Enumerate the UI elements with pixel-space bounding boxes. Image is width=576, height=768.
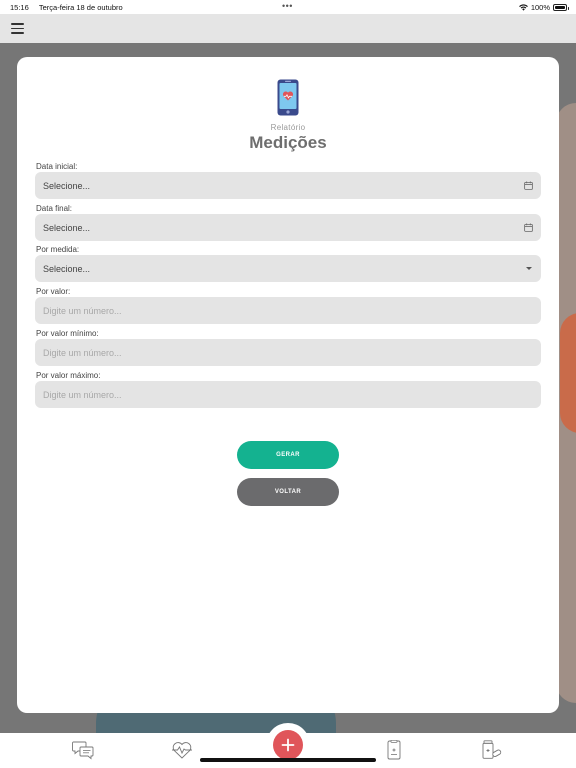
data-final-label: Data final: — [36, 204, 73, 213]
chat-bubbles-icon[interactable] — [72, 740, 94, 760]
por-valor-minimo-placeholder: Digite um número... — [43, 348, 122, 358]
status-right: 100% — [518, 3, 569, 12]
por-valor-placeholder: Digite um número... — [43, 306, 122, 316]
por-medida-value: Selecione... — [43, 264, 91, 274]
por-medida-label: Por medida: — [36, 245, 80, 254]
battery-icon — [553, 4, 569, 11]
page-title: Medições — [249, 133, 327, 152]
status-bar: 15:16 Terça-feira 18 de outubro ••• 100% — [0, 0, 576, 14]
calendar-icon — [524, 223, 533, 232]
por-medida-select[interactable]: Selecione... — [35, 255, 541, 282]
status-time: 15:16 — [10, 3, 29, 12]
hamburger-menu-icon[interactable] — [11, 23, 24, 34]
por-valor-input[interactable]: Digite um número... — [35, 297, 541, 324]
wifi-icon — [518, 4, 528, 11]
status-left: 15:16 Terça-feira 18 de outubro — [10, 3, 123, 12]
data-final-picker[interactable]: Selecione... — [35, 214, 541, 241]
por-valor-maximo-label: Por valor máximo: — [36, 371, 101, 380]
por-valor-label: Por valor: — [36, 287, 71, 296]
voltar-button[interactable]: VOLTAR — [237, 478, 339, 506]
chevron-down-icon — [526, 267, 532, 270]
data-inicial-picker[interactable]: Selecione... — [35, 172, 541, 199]
data-inicial-label: Data inicial: — [36, 162, 78, 171]
plus-icon — [281, 738, 295, 752]
status-date: Terça-feira 18 de outubro — [38, 3, 123, 12]
add-button[interactable] — [273, 730, 303, 760]
multitask-dots[interactable]: ••• — [282, 1, 293, 11]
phone-heart-icon — [277, 79, 299, 116]
por-valor-minimo-label: Por valor mínimo: — [36, 329, 99, 338]
medical-tablet-icon[interactable] — [383, 740, 405, 760]
por-valor-minimo-input[interactable]: Digite um número... — [35, 339, 541, 366]
top-bar — [0, 14, 576, 43]
data-final-value: Selecione... — [43, 223, 91, 233]
calendar-icon — [524, 181, 533, 190]
page-subtitle: Relatório — [270, 123, 306, 132]
data-inicial-value: Selecione... — [43, 181, 91, 191]
home-indicator[interactable] — [200, 758, 376, 762]
battery-percent: 100% — [530, 3, 550, 12]
medicine-bottle-icon[interactable] — [480, 740, 502, 760]
gerar-button[interactable]: GERAR — [237, 441, 339, 469]
por-valor-maximo-placeholder: Digite um número... — [43, 390, 122, 400]
por-valor-maximo-input[interactable]: Digite um número... — [35, 381, 541, 408]
background-edge-accent — [560, 313, 576, 433]
heartbeat-icon[interactable] — [171, 740, 193, 760]
